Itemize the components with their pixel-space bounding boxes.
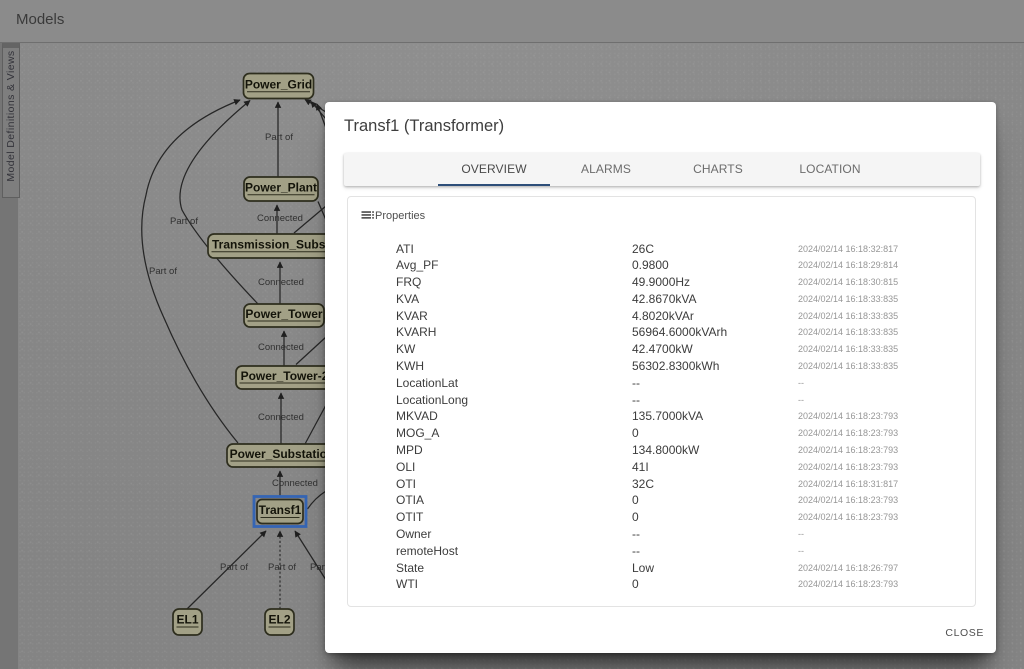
svg-text:Part of: Part of <box>268 562 296 573</box>
svg-text:Connected: Connected <box>257 213 303 224</box>
svg-text:Power_Plant: Power_Plant <box>245 181 317 195</box>
svg-text:Power_Tower: Power_Tower <box>245 307 322 321</box>
svg-text:Part of: Part of <box>149 266 177 277</box>
svg-text:EL1: EL1 <box>176 613 198 627</box>
svg-text:Connected: Connected <box>258 342 304 353</box>
svg-text:Part of: Part of <box>220 562 248 573</box>
svg-text:EL2: EL2 <box>268 613 290 627</box>
svg-text:Part of: Part of <box>170 216 198 227</box>
svg-text:Part of: Part of <box>265 132 293 143</box>
svg-text:Power_Substation: Power_Substation <box>230 447 335 461</box>
svg-text:Connected: Connected <box>272 478 318 489</box>
svg-text:Power_Tower-2: Power_Tower-2 <box>241 369 329 383</box>
svg-text:Connected: Connected <box>258 277 304 288</box>
svg-text:Transf1: Transf1 <box>259 503 302 517</box>
svg-text:Power_Grid: Power_Grid <box>245 78 312 92</box>
svg-text:Connected: Connected <box>258 412 304 423</box>
